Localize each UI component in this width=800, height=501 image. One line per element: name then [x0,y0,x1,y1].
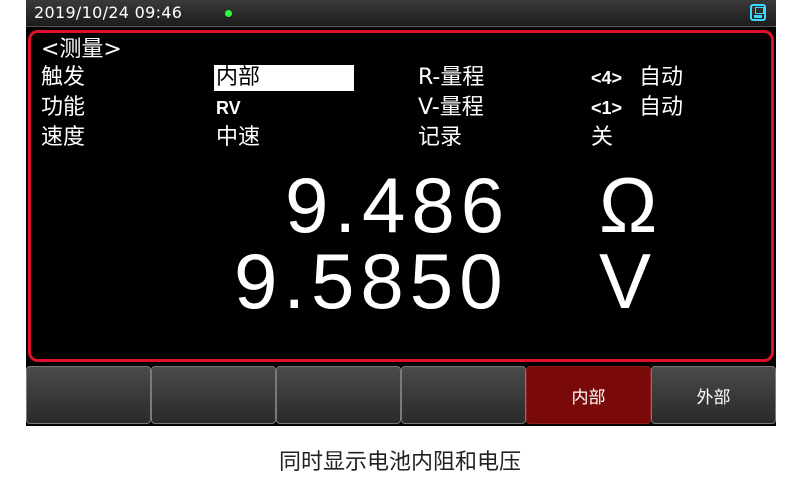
trigger-value[interactable]: 内部 [214,65,354,91]
function-label: 功能 [41,95,86,120]
page-title: <测量> [41,37,122,62]
resistance-reading: 9.486 [285,161,511,249]
function-value[interactable]: RV [216,95,241,121]
speed-value[interactable]: 中速 [216,125,260,151]
record-label: 记录 [418,125,463,150]
resistance-unit: Ω [599,161,664,249]
r-range-mode[interactable]: 自动 [639,65,683,91]
voltage-reading: 9.5850 [234,237,509,325]
softkey-external[interactable]: 外部 [651,366,776,424]
v-range-mode[interactable]: 自动 [639,95,683,121]
trigger-label: 触发 [41,65,86,90]
softkey-4[interactable] [401,366,526,424]
speed-label: 速度 [41,125,86,150]
softkey-internal[interactable]: 内部 [526,366,651,424]
r-range-value[interactable]: <4> [591,65,622,91]
softkey-1[interactable] [26,366,151,424]
record-value[interactable]: 关 [591,125,613,151]
softkey-2[interactable] [151,366,276,424]
measurement-panel: <测量> 触发 内部 R-量程 <4> 自动 功能 RV V-量程 <1> 自动… [28,30,774,362]
v-range-value[interactable]: <1> [591,95,622,121]
instrument-screen: 2019/10/24 09:46 <测量> 触发 内部 R-量程 <4> 自动 … [26,0,776,426]
r-range-label: R-量程 [418,65,485,90]
voltage-unit: V [599,237,658,325]
softkey-bar: 内部 外部 [26,366,776,424]
v-range-label: V-量程 [418,95,484,120]
save-icon[interactable] [750,4,766,21]
status-bar: 2019/10/24 09:46 [26,0,776,27]
datetime-display: 2019/10/24 09:46 [34,3,183,22]
caption: 同时显示电池内阻和电压 [278,450,521,475]
status-indicator-icon [225,10,232,17]
softkey-3[interactable] [276,366,401,424]
